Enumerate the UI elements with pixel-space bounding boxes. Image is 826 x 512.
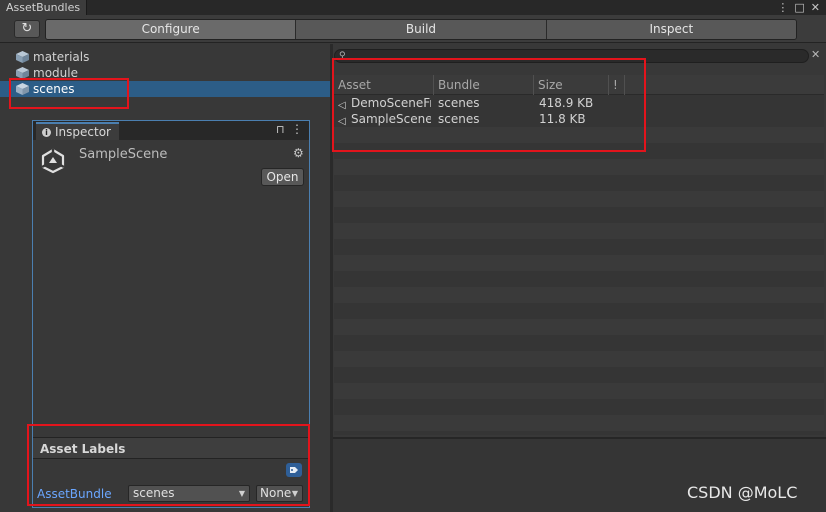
window-menu-icon[interactable]: ⋮	[777, 1, 788, 14]
asset-list-pane: ⚲ ✕ Asset Bundle Size ! ◁ DemoSceneFr sc…	[333, 44, 826, 512]
bundle-cube-icon	[16, 83, 29, 95]
gear-icon[interactable]: ⚙	[293, 146, 304, 160]
tree-item-scenes[interactable]: scenes	[0, 81, 330, 97]
empty-row	[334, 127, 824, 143]
close-icon[interactable]: ✕	[811, 1, 820, 14]
refresh-icon: ↻	[21, 21, 33, 36]
table-row[interactable]: ◁ SampleScene scenes 11.8 KB	[334, 111, 824, 127]
window-tab[interactable]: AssetBundles	[0, 0, 88, 15]
search-bar: ⚲ ✕	[333, 48, 826, 64]
tree-item-label: scenes	[33, 82, 75, 96]
variant-value: None	[260, 486, 292, 500]
asset-labels-title: Asset Labels	[40, 442, 126, 456]
watermark: CSDN @MoLC	[687, 483, 798, 502]
empty-row	[334, 319, 824, 335]
asset-name: SampleScene	[351, 112, 431, 126]
column-header-bundle[interactable]: Bundle	[434, 75, 534, 95]
tab-configure[interactable]: Configure	[46, 20, 297, 39]
search-icon: ⚲	[339, 51, 346, 61]
asset-bundle-value: scenes	[133, 486, 175, 500]
asset-labels-header: Asset Labels	[33, 437, 309, 459]
column-header-asset[interactable]: Asset	[334, 75, 434, 95]
column-header-size[interactable]: Size	[534, 75, 609, 95]
empty-row	[334, 351, 824, 367]
search-clear-icon[interactable]: ✕	[811, 48, 820, 61]
toolbar: ↻ Configure Build Inspect	[0, 15, 826, 43]
tree-item-materials[interactable]: materials	[0, 49, 330, 65]
empty-row	[334, 255, 824, 271]
table-row[interactable]: ◁ DemoSceneFr scenes 418.9 KB	[334, 95, 824, 111]
tree-item-label: module	[33, 66, 78, 80]
table-body: ◁ DemoSceneFr scenes 418.9 KB ◁ SampleSc…	[334, 95, 824, 435]
inspector-tab-label: Inspector	[55, 124, 111, 139]
empty-row	[334, 287, 824, 303]
column-header-warning[interactable]: !	[609, 75, 625, 95]
bundle-cube-icon	[16, 67, 29, 79]
tree-item-module[interactable]: module	[0, 65, 330, 81]
table-header: Asset Bundle Size !	[334, 75, 824, 95]
mode-tabs: Configure Build Inspect	[45, 19, 797, 40]
asset-name: DemoSceneFr	[351, 96, 431, 110]
window-titlebar: AssetBundles ⋮ □ ✕	[0, 0, 826, 15]
asset-table: Asset Bundle Size ! ◁ DemoSceneFr scenes…	[334, 75, 824, 435]
inspector-menu-icon[interactable]: ⋮	[291, 122, 303, 136]
chevron-down-icon: ▼	[238, 489, 245, 498]
object-name: SampleScene	[79, 147, 168, 162]
asset-size: 11.8 KB	[539, 112, 586, 126]
empty-row	[334, 159, 824, 175]
search-input[interactable]: ⚲	[334, 49, 809, 63]
asset-bundle-dropdown[interactable]: scenes ▼	[128, 485, 250, 502]
maximize-icon[interactable]: □	[794, 1, 804, 14]
refresh-button[interactable]: ↻	[14, 20, 40, 38]
info-icon: i	[42, 127, 51, 137]
tab-inspect[interactable]: Inspect	[546, 20, 796, 39]
variant-dropdown[interactable]: None ▼	[256, 485, 303, 502]
open-button[interactable]: Open	[261, 168, 304, 186]
asset-bundle-label: AssetBundle	[37, 487, 112, 501]
chevron-down-icon: ▼	[291, 489, 298, 498]
bundle-cube-icon	[16, 51, 29, 63]
empty-row	[334, 191, 824, 207]
tree-item-label: materials	[33, 50, 90, 64]
inspector-tab[interactable]: i Inspector	[36, 122, 119, 140]
asset-size: 418.9 KB	[539, 96, 594, 110]
inspector-header: i Inspector ⊓ ⋮	[33, 121, 309, 140]
tab-build[interactable]: Build	[296, 20, 547, 39]
inspector-panel: i Inspector ⊓ ⋮ SampleScene ⚙ Open Asset…	[32, 120, 310, 508]
label-tag-icon[interactable]	[286, 463, 302, 477]
bundle-name: scenes	[438, 112, 480, 126]
empty-row	[334, 415, 824, 431]
window-controls: ⋮ □ ✕	[777, 0, 820, 15]
lock-icon[interactable]: ⊓	[276, 123, 285, 136]
bundle-name: scenes	[438, 96, 480, 110]
unity-scene-icon	[41, 148, 65, 174]
empty-row	[334, 383, 824, 399]
empty-row	[334, 223, 824, 239]
